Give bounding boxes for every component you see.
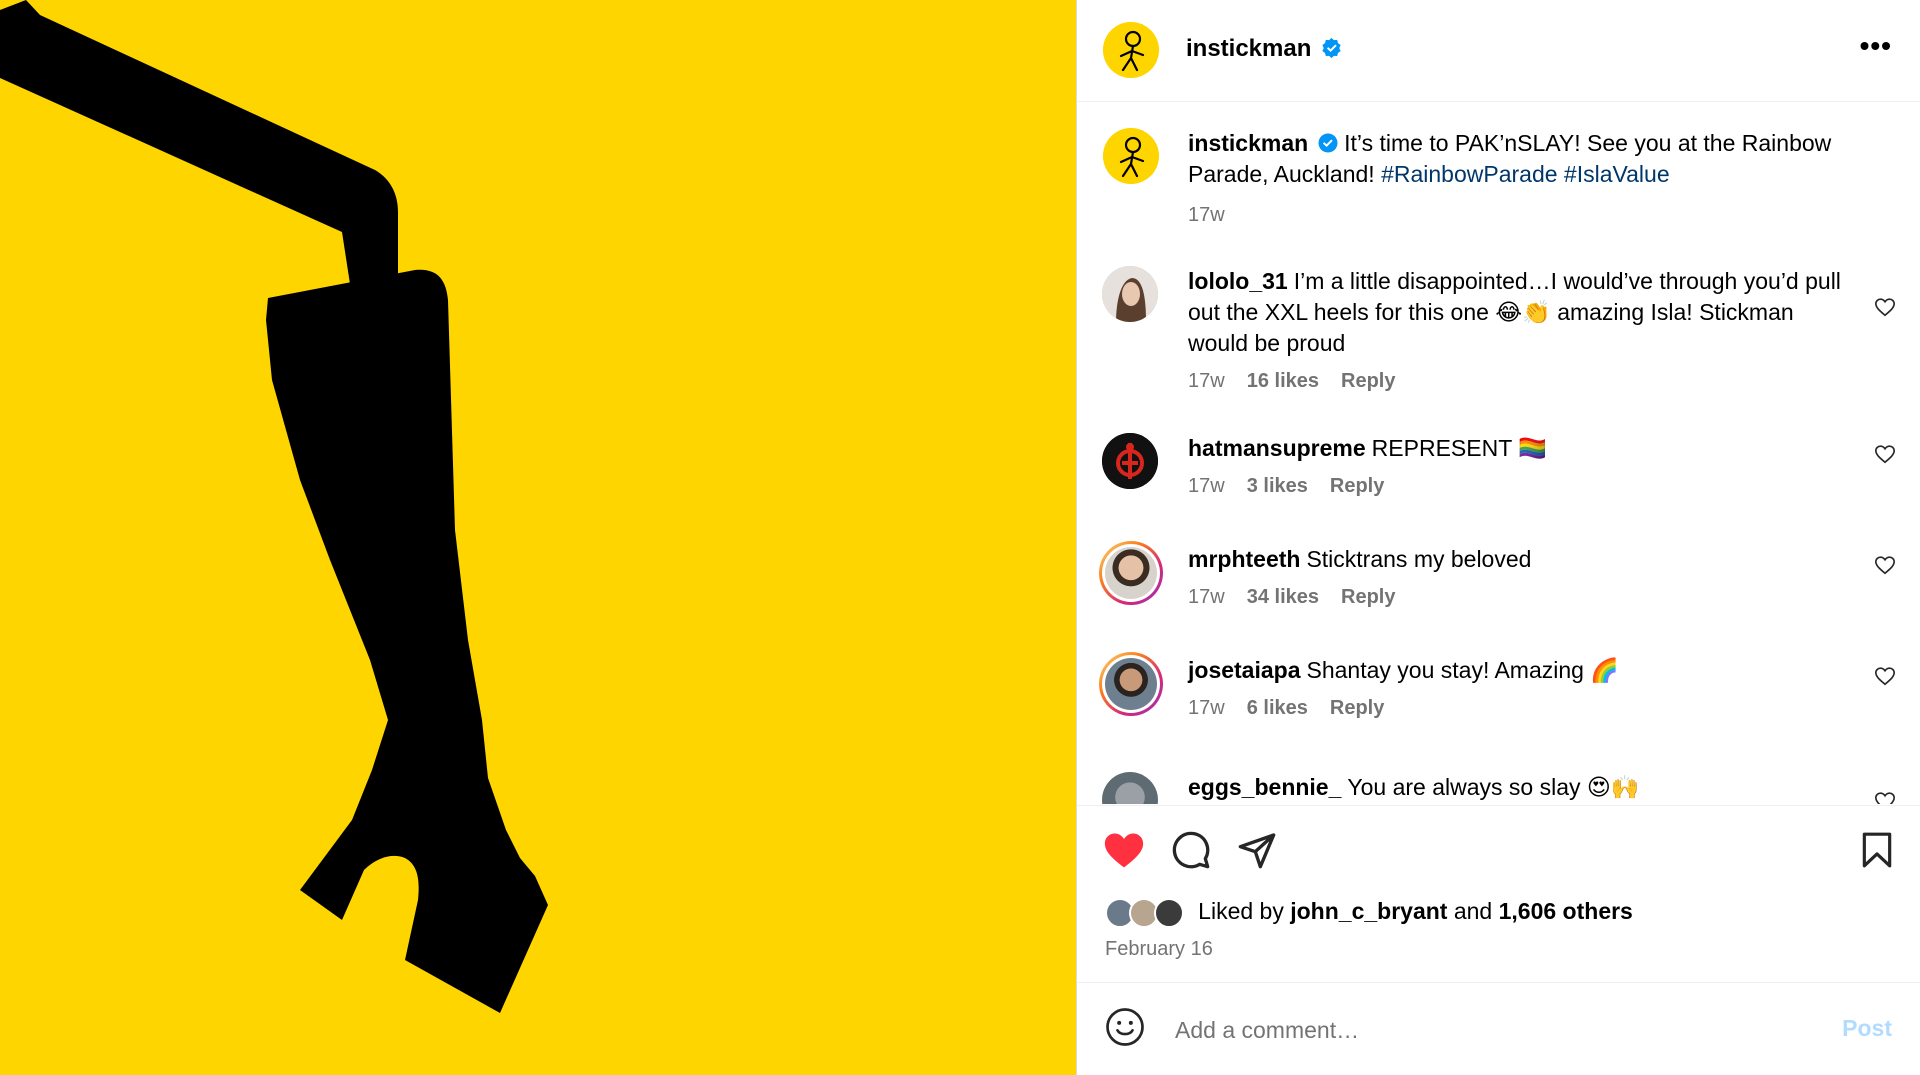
comment-text: Sticktrans my beloved [1306,546,1532,572]
post-date[interactable]: February 16 [1105,938,1213,961]
liker-avatar[interactable] [1153,898,1184,928]
reply-button[interactable]: Reply [1341,586,1395,608]
comment-text: Shantay you stay! Amazing 🌈 [1306,657,1619,683]
commenter-avatar[interactable] [1102,433,1158,489]
likes-others-link[interactable]: 1,606 others [1499,898,1633,924]
comment-username[interactable]: lololo_31 [1188,268,1288,294]
comment-icon[interactable] [1171,830,1211,870]
comment-meta: 17w 6 likes Reply [1188,697,1406,720]
comment-username[interactable]: josetaiapa [1188,657,1301,683]
comment-likes[interactable]: 3 likes [1247,475,1308,497]
reply-button[interactable]: Reply [1330,697,1384,719]
comment-body: mrphteeth Sticktrans my beloved [1188,544,1850,575]
commenter-avatar-story-ring[interactable] [1099,541,1163,605]
author-avatar[interactable] [1103,22,1159,78]
like-comment-heart-icon[interactable] [1874,790,1896,804]
hashtag-link[interactable]: #RainbowParade [1381,161,1557,187]
comment-body: eggs_bennie_ You are always so slay 😍🙌 [1188,772,1850,803]
more-options-icon[interactable]: ••• [1860,32,1892,60]
post-modal: instickman ••• instickman It’s time to P… [0,0,1920,1075]
verified-badge-icon [1318,133,1338,153]
caption-author-avatar[interactable] [1103,128,1159,184]
comment-text: You are always so slay 😍🙌 [1347,774,1640,800]
avatar-ring-inner [1102,544,1160,602]
reply-button[interactable]: Reply [1341,370,1395,392]
comment-meta: 17w 34 likes Reply [1188,586,1417,609]
comment-username[interactable]: hatmansupreme [1188,435,1366,461]
commenter-avatar-story-ring[interactable] [1099,652,1163,716]
reply-button[interactable]: Reply [1330,475,1384,497]
stickman-avatar-icon [1103,128,1159,184]
like-comment-heart-icon[interactable] [1874,554,1896,576]
comments-list[interactable]: instickman It’s time to PAK’nSLAY! See yo… [1077,102,1920,804]
comment-body: lololo_31 I’m a little disappointed…I wou… [1188,266,1850,359]
likes-summary: Liked by john_c_bryant and 1,606 others [1105,898,1633,928]
commenter-avatar[interactable] [1102,772,1158,804]
post-header: instickman ••• [1077,0,1920,102]
avatar-logo [1102,433,1158,489]
comment-time[interactable]: 17w [1188,586,1225,608]
comment-likes[interactable]: 16 likes [1247,370,1319,392]
stickman-avatar-icon [1103,22,1159,78]
like-comment-heart-icon[interactable] [1874,443,1896,465]
comment-body: hatmansupreme REPRESENT 🏳️‍🌈 [1188,433,1850,464]
share-icon[interactable] [1237,830,1277,870]
add-comment-bar: Post [1077,983,1920,1075]
likes-join: and [1453,898,1493,925]
header-username-text[interactable]: instickman [1186,35,1311,62]
comment-meta: 17w 16 likes Reply [1188,370,1417,393]
like-comment-heart-icon[interactable] [1874,296,1896,318]
comment-time[interactable]: 17w [1188,697,1225,719]
boot-silhouette-illustration [0,0,1076,1075]
hashtag-link[interactable]: #IslaValue [1564,161,1670,187]
comment-time[interactable]: 17w [1188,370,1225,392]
add-comment-input[interactable] [1173,1011,1737,1049]
comment-likes[interactable]: 34 likes [1247,586,1319,608]
post-actions-section: Liked by john_c_bryant and 1,606 others … [1077,805,1920,983]
avatar-photo [1105,658,1157,710]
post-comment-button[interactable]: Post [1842,1015,1892,1042]
header-username[interactable]: instickman [1186,35,1342,63]
verified-badge-icon [1322,38,1341,58]
avatar-photo [1102,266,1158,322]
caption-time[interactable]: 17w [1188,204,1225,226]
comment-time[interactable]: 17w [1188,475,1225,497]
like-comment-heart-icon[interactable] [1874,665,1896,687]
post-media-image[interactable] [0,0,1076,1075]
comment-username[interactable]: mrphteeth [1188,546,1300,572]
emoji-icon[interactable] [1105,1007,1145,1047]
commenter-avatar[interactable] [1102,266,1158,322]
comment-body: josetaiapa Shantay you stay! Amazing 🌈 [1188,655,1850,686]
heart-icon[interactable] [1103,830,1145,870]
caption-username[interactable]: instickman [1188,130,1308,156]
avatar-ring-inner [1102,655,1160,713]
avatar-photo [1105,547,1157,599]
comment-text: REPRESENT 🏳️‍🌈 [1371,435,1547,461]
comment-username[interactable]: eggs_bennie_ [1188,774,1341,800]
caption-meta: 17w [1188,204,1247,227]
bookmark-icon[interactable] [1858,830,1896,870]
caption-body: instickman It’s time to PAK’nSLAY! See yo… [1188,128,1876,190]
likes-prefix: Liked by [1198,898,1284,925]
comment-likes[interactable]: 6 likes [1247,697,1308,719]
post-side-panel: instickman ••• instickman It’s time to P… [1076,0,1920,1075]
comment-meta: 17w 3 likes Reply [1188,475,1406,498]
liked-by-username[interactable]: john_c_bryant [1290,898,1447,924]
